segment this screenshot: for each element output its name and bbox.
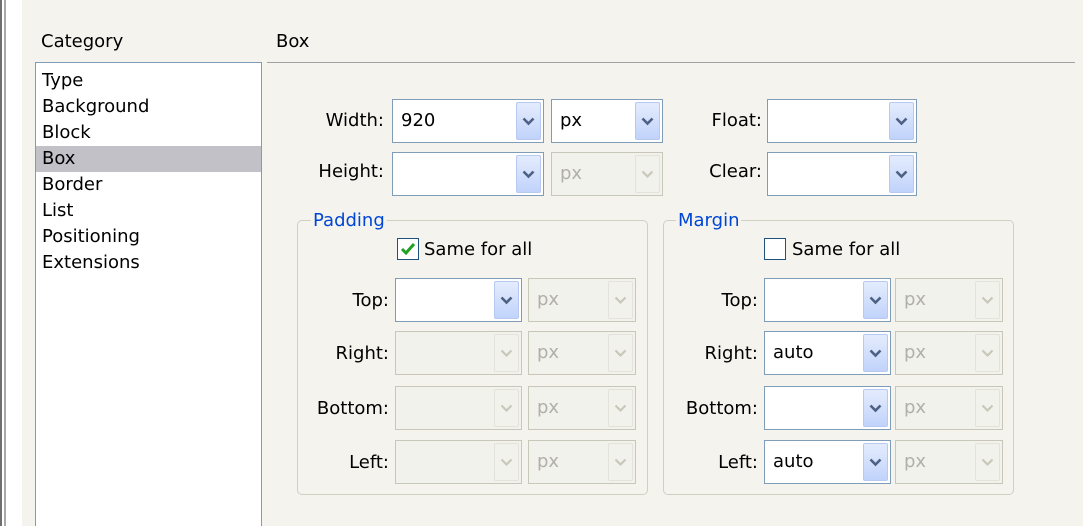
chevron-down-icon <box>608 389 633 427</box>
chevron-down-icon[interactable] <box>863 389 888 427</box>
chevron-down-icon <box>975 389 1000 427</box>
category-item-block[interactable]: Block <box>36 120 261 146</box>
clear-label: Clear: <box>709 161 762 182</box>
padding-right-combobox <box>395 331 522 375</box>
chevron-down-icon[interactable] <box>635 102 660 140</box>
category-item-list[interactable]: List <box>36 198 261 224</box>
margin-left-value: auto <box>773 451 814 472</box>
padding-bottom-combobox <box>395 386 522 430</box>
chevron-down-icon[interactable] <box>863 281 888 319</box>
margin-same-label[interactable]: Same for all <box>792 239 900 261</box>
margin-bottom-unit-select: px <box>895 386 1003 430</box>
chevron-down-icon[interactable] <box>863 443 888 481</box>
margin-bottom-combobox[interactable] <box>764 386 891 430</box>
category-header: Category <box>41 31 124 52</box>
window-border <box>0 0 2 526</box>
height-unit-value: px <box>560 163 583 184</box>
chevron-down-icon <box>494 334 519 372</box>
category-item-box[interactable]: Box <box>36 146 261 172</box>
width-unit-select[interactable]: px <box>551 99 663 143</box>
margin-left-unit-select: px <box>895 440 1003 484</box>
width-unit-value: px <box>560 110 583 131</box>
margin-top-label: Top: <box>721 290 758 311</box>
margin-right-unit-select: px <box>895 331 1003 375</box>
margin-top-unit: px <box>904 289 927 310</box>
section-title: Box <box>276 31 310 52</box>
category-item-positioning[interactable]: Positioning <box>36 224 261 250</box>
padding-left-unit-select: px <box>528 440 636 484</box>
chevron-down-icon[interactable] <box>516 102 541 140</box>
chevron-down-icon[interactable] <box>863 334 888 372</box>
padding-right-label: Right: <box>335 343 389 364</box>
width-combobox[interactable]: 920 <box>392 99 544 143</box>
margin-right-combobox[interactable]: auto <box>764 331 891 375</box>
height-label: Height: <box>318 161 384 182</box>
margin-legend: Margin <box>676 210 742 232</box>
margin-right-label: Right: <box>704 343 758 364</box>
chevron-down-icon[interactable] <box>494 281 519 319</box>
margin-top-unit-select: px <box>895 278 1003 322</box>
category-item-extensions[interactable]: Extensions <box>36 250 261 276</box>
chevron-down-icon[interactable] <box>889 155 914 193</box>
padding-same-label[interactable]: Same for all <box>424 239 532 261</box>
checkmark-icon <box>400 243 416 256</box>
margin-top-combobox[interactable] <box>764 278 891 322</box>
padding-top-unit: px <box>537 289 560 310</box>
margin-left-unit: px <box>904 451 927 472</box>
chevron-down-icon[interactable] <box>889 102 914 140</box>
margin-left-combobox[interactable]: auto <box>764 440 891 484</box>
padding-left-unit: px <box>537 451 560 472</box>
margin-same-checkbox[interactable] <box>764 238 786 260</box>
padding-top-unit-select: px <box>528 278 636 322</box>
window-border-inner <box>4 0 6 526</box>
chevron-down-icon <box>975 281 1000 319</box>
margin-bottom-unit: px <box>904 397 927 418</box>
chevron-down-icon <box>494 443 519 481</box>
chevron-down-icon <box>635 155 660 193</box>
category-item-type[interactable]: Type <box>36 68 261 94</box>
padding-right-unit-select: px <box>528 331 636 375</box>
padding-left-combobox <box>395 440 522 484</box>
padding-right-unit: px <box>537 342 560 363</box>
margin-right-unit: px <box>904 342 927 363</box>
width-value: 920 <box>401 110 436 131</box>
chevron-down-icon <box>975 334 1000 372</box>
padding-left-label: Left: <box>349 452 389 473</box>
width-label: Width: <box>325 110 384 131</box>
padding-top-label: Top: <box>352 290 389 311</box>
height-combobox[interactable] <box>392 152 544 196</box>
margin-bottom-label: Bottom: <box>685 398 758 419</box>
margin-right-value: auto <box>773 342 814 363</box>
padding-bottom-label: Bottom: <box>316 398 389 419</box>
padding-top-combobox[interactable] <box>395 278 522 322</box>
category-list[interactable]: Type Background Block Box Border List Po… <box>35 62 262 526</box>
float-select[interactable] <box>767 99 917 143</box>
chevron-down-icon <box>494 389 519 427</box>
category-item-border[interactable]: Border <box>36 172 261 198</box>
chevron-down-icon[interactable] <box>516 155 541 193</box>
padding-same-checkbox[interactable] <box>397 238 419 260</box>
chevron-down-icon <box>608 281 633 319</box>
padding-legend: Padding <box>311 210 387 232</box>
padding-bottom-unit: px <box>537 397 560 418</box>
height-unit-select: px <box>551 152 663 196</box>
float-label: Float: <box>711 110 762 131</box>
chevron-down-icon <box>608 443 633 481</box>
margin-left-label: Left: <box>718 452 758 473</box>
padding-bottom-unit-select: px <box>528 386 636 430</box>
chevron-down-icon <box>608 334 633 372</box>
section-divider <box>267 62 1075 63</box>
category-item-background[interactable]: Background <box>36 94 261 120</box>
clear-select[interactable] <box>767 152 917 196</box>
chevron-down-icon <box>975 443 1000 481</box>
